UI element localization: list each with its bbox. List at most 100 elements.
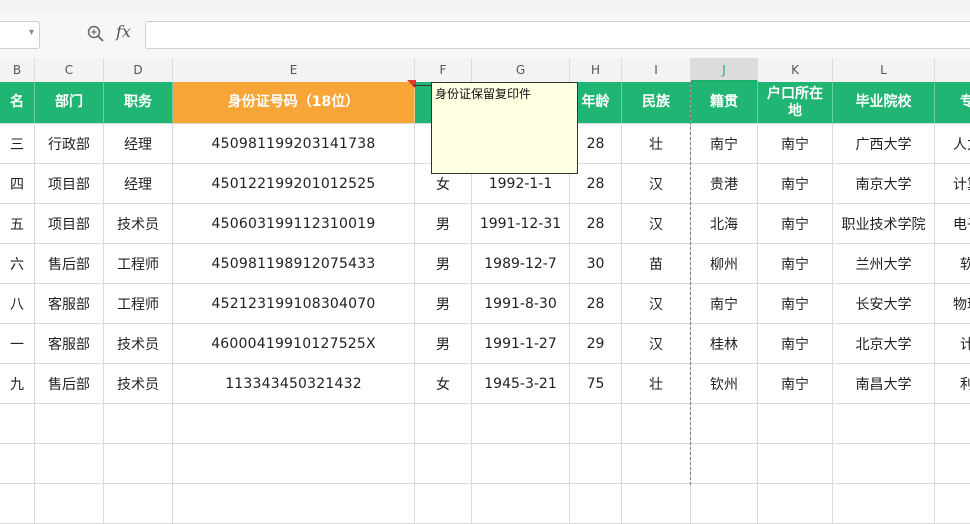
table-cell-native[interactable]: 贵港 bbox=[691, 164, 758, 204]
table-cell-gender[interactable]: 男 bbox=[415, 324, 472, 364]
table-cell-ethnic[interactable]: 汉 bbox=[622, 204, 691, 244]
column-header-k[interactable]: K bbox=[758, 58, 833, 82]
empty-cell[interactable] bbox=[935, 444, 970, 484]
table-cell-major[interactable]: 软 bbox=[935, 244, 970, 284]
table-cell-school[interactable]: 北京大学 bbox=[833, 324, 935, 364]
empty-cell[interactable] bbox=[472, 484, 570, 524]
table-cell-gender[interactable]: 女 bbox=[415, 364, 472, 404]
empty-cell[interactable] bbox=[622, 404, 691, 444]
table-cell-dept[interactable]: 售后部 bbox=[35, 364, 104, 404]
table-cell-native[interactable]: 南宁 bbox=[691, 124, 758, 164]
table-cell-major[interactable]: 计 bbox=[935, 324, 970, 364]
table-cell-gender[interactable]: 男 bbox=[415, 244, 472, 284]
table-cell-school[interactable]: 职业技术学院 bbox=[833, 204, 935, 244]
empty-cell[interactable] bbox=[622, 444, 691, 484]
table-cell-role[interactable]: 工程师 bbox=[104, 244, 173, 284]
table-cell-ethnic[interactable]: 汉 bbox=[622, 324, 691, 364]
table-cell-id[interactable]: 452123199108304070 bbox=[173, 284, 415, 324]
cell-comment[interactable]: 身份证保留复印件 bbox=[431, 82, 578, 174]
table-cell-hukou[interactable]: 南宁 bbox=[758, 324, 833, 364]
table-cell-role[interactable]: 技术员 bbox=[104, 324, 173, 364]
header-position[interactable]: 职务 bbox=[104, 82, 173, 124]
table-cell-school[interactable]: 长安大学 bbox=[833, 284, 935, 324]
table-cell-name[interactable]: 六 bbox=[0, 244, 35, 284]
table-cell-hukou[interactable]: 南宁 bbox=[758, 164, 833, 204]
column-header-g[interactable]: G bbox=[472, 58, 570, 82]
table-cell-native[interactable]: 南宁 bbox=[691, 284, 758, 324]
table-cell-gender[interactable]: 男 bbox=[415, 204, 472, 244]
empty-cell[interactable] bbox=[0, 444, 35, 484]
zoom-icon[interactable] bbox=[86, 24, 106, 44]
column-header-d[interactable]: D bbox=[104, 58, 173, 82]
header-ethnicity[interactable]: 民族 bbox=[622, 82, 691, 124]
table-cell-native[interactable]: 柳州 bbox=[691, 244, 758, 284]
table-cell-hukou[interactable]: 南宁 bbox=[758, 244, 833, 284]
empty-cell[interactable] bbox=[758, 444, 833, 484]
table-cell-ethnic[interactable]: 汉 bbox=[622, 284, 691, 324]
empty-cell[interactable] bbox=[35, 484, 104, 524]
empty-cell[interactable] bbox=[173, 484, 415, 524]
empty-cell[interactable] bbox=[622, 484, 691, 524]
empty-cell[interactable] bbox=[935, 484, 970, 524]
table-cell-dept[interactable]: 售后部 bbox=[35, 244, 104, 284]
table-cell-school[interactable]: 南京大学 bbox=[833, 164, 935, 204]
table-cell-school[interactable]: 广西大学 bbox=[833, 124, 935, 164]
table-cell-id[interactable]: 450981199203141738 bbox=[173, 124, 415, 164]
table-cell-name[interactable]: 五 bbox=[0, 204, 35, 244]
column-header-e[interactable]: E bbox=[173, 58, 415, 82]
table-cell-ethnic[interactable]: 壮 bbox=[622, 364, 691, 404]
table-cell-birth[interactable]: 1991-12-31 bbox=[472, 204, 570, 244]
empty-cell[interactable] bbox=[415, 444, 472, 484]
empty-cell[interactable] bbox=[104, 404, 173, 444]
table-cell-role[interactable]: 技术员 bbox=[104, 204, 173, 244]
table-cell-name[interactable]: 九 bbox=[0, 364, 35, 404]
table-cell-gender[interactable]: 男 bbox=[415, 284, 472, 324]
table-cell-birth[interactable]: 1989-12-7 bbox=[472, 244, 570, 284]
empty-cell[interactable] bbox=[570, 444, 622, 484]
empty-cell[interactable] bbox=[0, 484, 35, 524]
table-cell-hukou[interactable]: 南宁 bbox=[758, 124, 833, 164]
empty-cell[interactable] bbox=[758, 404, 833, 444]
empty-cell[interactable] bbox=[472, 444, 570, 484]
table-cell-name[interactable]: 一 bbox=[0, 324, 35, 364]
table-cell-birth[interactable]: 1991-8-30 bbox=[472, 284, 570, 324]
table-cell-id[interactable]: 450981198912075433 bbox=[173, 244, 415, 284]
table-cell-role[interactable]: 经理 bbox=[104, 124, 173, 164]
chevron-down-icon[interactable]: ▾ bbox=[29, 27, 34, 38]
table-cell-age[interactable]: 28 bbox=[570, 204, 622, 244]
table-cell-ethnic[interactable]: 苗 bbox=[622, 244, 691, 284]
table-cell-role[interactable]: 工程师 bbox=[104, 284, 173, 324]
table-cell-native[interactable]: 北海 bbox=[691, 204, 758, 244]
table-cell-major[interactable]: 计算 bbox=[935, 164, 970, 204]
table-cell-birth[interactable]: 1945-3-21 bbox=[472, 364, 570, 404]
table-cell-hukou[interactable]: 南宁 bbox=[758, 364, 833, 404]
empty-cell[interactable] bbox=[758, 484, 833, 524]
table-cell-dept[interactable]: 项目部 bbox=[35, 204, 104, 244]
empty-cell[interactable] bbox=[833, 404, 935, 444]
table-cell-hukou[interactable]: 南宁 bbox=[758, 284, 833, 324]
empty-cell[interactable] bbox=[415, 404, 472, 444]
table-cell-age[interactable]: 30 bbox=[570, 244, 622, 284]
column-header-l[interactable]: L bbox=[833, 58, 935, 82]
table-cell-age[interactable]: 29 bbox=[570, 324, 622, 364]
table-cell-name[interactable]: 八 bbox=[0, 284, 35, 324]
table-cell-ethnic[interactable]: 汉 bbox=[622, 164, 691, 204]
table-cell-dept[interactable]: 客服部 bbox=[35, 324, 104, 364]
table-cell-id[interactable]: 450122199201012525 bbox=[173, 164, 415, 204]
empty-cell[interactable] bbox=[104, 484, 173, 524]
empty-cell[interactable] bbox=[833, 484, 935, 524]
table-cell-dept[interactable]: 行政部 bbox=[35, 124, 104, 164]
empty-cell[interactable] bbox=[173, 444, 415, 484]
table-cell-hukou[interactable]: 南宁 bbox=[758, 204, 833, 244]
column-header-f[interactable]: F bbox=[415, 58, 472, 82]
formula-input[interactable] bbox=[145, 21, 970, 49]
table-cell-major[interactable]: 利 bbox=[935, 364, 970, 404]
table-cell-id[interactable]: 450603199112310019 bbox=[173, 204, 415, 244]
table-cell-major[interactable]: 物理 bbox=[935, 284, 970, 324]
header-native-place[interactable]: 籍贯 bbox=[691, 82, 758, 124]
empty-cell[interactable] bbox=[691, 404, 758, 444]
table-cell-school[interactable]: 兰州大学 bbox=[833, 244, 935, 284]
table-cell-role[interactable]: 技术员 bbox=[104, 364, 173, 404]
table-cell-birth[interactable]: 1991-1-27 bbox=[472, 324, 570, 364]
name-box[interactable]: ▾ bbox=[0, 21, 40, 49]
